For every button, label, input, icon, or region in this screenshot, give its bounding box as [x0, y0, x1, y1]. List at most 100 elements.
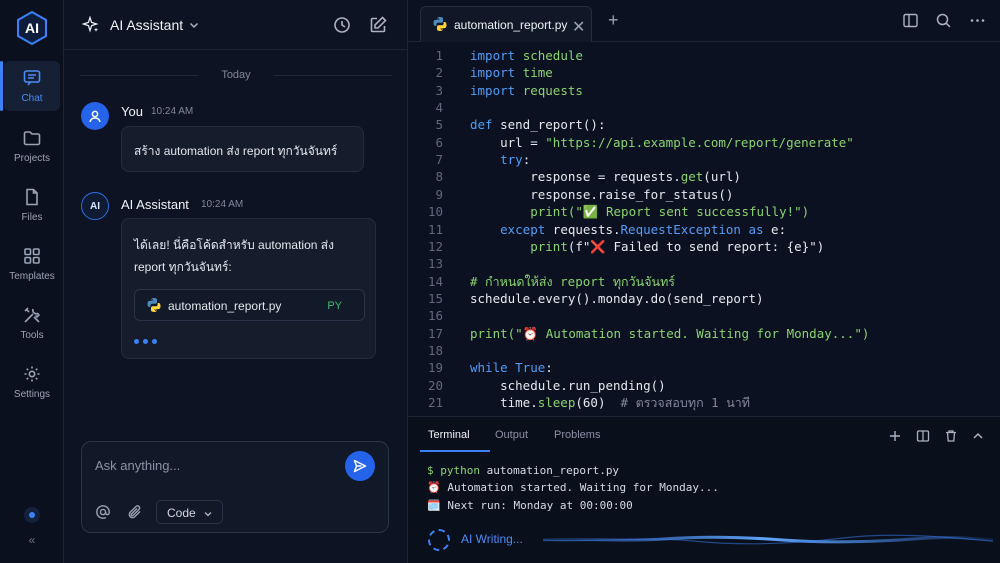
trash-icon[interactable]	[944, 429, 958, 443]
chevron-up-icon[interactable]	[971, 429, 985, 443]
code-token: # ตรวจสอบทุก 1 นาที	[620, 395, 751, 410]
date-divider: Today	[64, 69, 408, 81]
more-icon[interactable]	[969, 12, 986, 29]
app-logo[interactable]: AI	[15, 10, 49, 46]
split-terminal-icon[interactable]	[916, 429, 930, 443]
collapse-sidebar-icon[interactable]: «	[24, 533, 40, 549]
code-token: print	[530, 204, 568, 220]
add-tab-icon[interactable]: +	[608, 11, 624, 29]
plus-icon[interactable]	[888, 429, 902, 443]
attach-icon[interactable]	[127, 504, 143, 520]
code-line[interactable]: 1 import schedule	[408, 47, 1000, 64]
code-token: (60)	[575, 395, 621, 410]
ai-message-bubble: ได้เลย! นี่คือโค้ดสำหรับ automation ส่ง …	[121, 218, 376, 359]
chat-input[interactable]	[95, 456, 335, 474]
line-number: 6	[435, 134, 443, 150]
code-token: (f"❌ Failed to send report: {e}")	[567, 238, 825, 254]
line-number: 19	[427, 360, 443, 376]
code-token: import	[470, 82, 523, 98]
chat-title[interactable]: AI Assistant	[110, 17, 183, 33]
chat-icon	[23, 70, 41, 86]
code-line[interactable]: 6 url = "https://api.example.com/report/…	[408, 134, 1000, 151]
code-line[interactable]: 12 print(f"❌ Failed to send report: {e}"…	[408, 238, 1000, 255]
rail-item-files[interactable]: Files	[4, 180, 60, 230]
editor-tab-active[interactable]: automation_report.py ✕	[420, 6, 592, 42]
history-icon[interactable]	[332, 15, 352, 35]
code-line[interactable]: 13	[408, 255, 1000, 272]
tab-terminal[interactable]: Terminal	[428, 429, 470, 441]
code-token: response = requests.	[470, 169, 681, 185]
code-line[interactable]: 15 schedule.every().monday.do(send_report…	[408, 290, 1000, 307]
code-token: def	[470, 117, 501, 133]
rail-item-settings[interactable]: Settings	[4, 357, 60, 407]
code-line[interactable]: 5 def send_report():	[408, 116, 1000, 133]
code-area[interactable]: 1 import schedule 2 import time 3 import requ…	[408, 47, 1000, 415]
chevron-down-icon[interactable]	[188, 19, 200, 31]
code-line[interactable]: 3 import requests	[408, 82, 1000, 99]
code-text: print("✅ Report sent successfully!")	[470, 203, 809, 220]
code-line[interactable]: 16	[408, 307, 1000, 324]
code-line[interactable]: 2 import time	[408, 64, 1000, 81]
code-token: schedule	[522, 48, 583, 63]
code-token: (url)	[703, 169, 741, 185]
code-token: get	[680, 169, 704, 185]
line-number: 7	[435, 152, 443, 168]
rail-item-templates[interactable]: Templates	[4, 239, 60, 289]
code-line[interactable]: 4	[408, 99, 1000, 116]
grid-icon	[24, 248, 40, 264]
send-button[interactable]	[345, 451, 375, 481]
search-icon[interactable]	[935, 12, 952, 29]
code-line[interactable]: 21 time.sleep(60) # ตรวจสอบทุก 1 นาที	[408, 394, 1000, 411]
rail-item-projects[interactable]: Projects	[4, 121, 60, 171]
code-editor: automation_report.py ✕ + 1 import schedul…	[408, 0, 1000, 563]
line-number: 2	[435, 65, 443, 81]
code-text: import requests	[470, 82, 583, 99]
rail-label: Templates	[9, 271, 55, 282]
folder-icon	[23, 131, 41, 146]
code-line[interactable]: 14 # กำหนดให้ส่ง report ทุกวันจันทร์	[408, 273, 1000, 290]
code-token: schedule.run_pending()	[470, 377, 666, 393]
chat-header: AI Assistant	[64, 0, 408, 50]
code-line[interactable]: 7 try:	[408, 151, 1000, 168]
split-view-icon[interactable]	[902, 12, 919, 29]
send-icon	[353, 459, 367, 473]
code-line[interactable]: 8 response = requests.get(url)	[408, 168, 1000, 185]
rail-label: Files	[21, 212, 43, 223]
line-number: 5	[435, 117, 443, 133]
file-attachment[interactable]: automation_report.py PY	[134, 289, 365, 321]
terminal-panel: Terminal Output Problems $ python automa…	[408, 416, 1000, 563]
code-token: :	[545, 360, 553, 376]
logo-text: AI	[25, 20, 39, 36]
new-chat-icon[interactable]	[368, 15, 388, 35]
code-text: except requests.RequestException as e:	[470, 221, 786, 238]
code-line[interactable]: 19 while True:	[408, 359, 1000, 376]
code-token: print	[470, 325, 508, 341]
attachment-type-badge: PY	[327, 300, 342, 312]
editor-tabbar: automation_report.py ✕ +	[408, 0, 1000, 42]
mention-icon[interactable]	[95, 504, 111, 520]
code-token: import	[470, 48, 523, 63]
terminal-command: $ python automation_report.py	[427, 464, 619, 477]
code-line[interactable]: 17 print("⏰ Automation started. Waiting f…	[408, 325, 1000, 342]
line-number: 15	[427, 290, 443, 306]
code-line[interactable]: 18	[408, 342, 1000, 359]
tab-problems[interactable]: Problems	[554, 429, 600, 441]
code-line[interactable]: 9 response.raise_for_status()	[408, 186, 1000, 203]
mode-select[interactable]: Code	[156, 500, 223, 524]
rail-item-tools[interactable]: Tools	[4, 298, 60, 348]
code-line[interactable]: 10 print("✅ Report sent successfully!")	[408, 203, 1000, 220]
close-tab-icon[interactable]: ✕	[572, 17, 585, 36]
code-line[interactable]: 20 schedule.run_pending()	[408, 377, 1000, 394]
terminal-output-line: 🗓️ Next run: Monday at 00:00:00	[427, 499, 633, 512]
rail-item-chat[interactable]: Chat	[0, 61, 60, 111]
code-token: ("⏰ Automation started. Waiting for Mond…	[507, 325, 870, 341]
message-sender: AI Assistant	[121, 197, 189, 212]
code-token: e:	[771, 221, 787, 237]
tab-output[interactable]: Output	[495, 429, 528, 441]
code-line[interactable]: 11 except requests.RequestException as e…	[408, 221, 1000, 238]
line-number: 20	[427, 377, 443, 393]
status-indicator	[24, 507, 40, 523]
nav-rail: AI Chat Projects Files Templates Tools S…	[0, 0, 64, 563]
code-token: ("✅ Report sent successfully!")	[567, 204, 810, 220]
